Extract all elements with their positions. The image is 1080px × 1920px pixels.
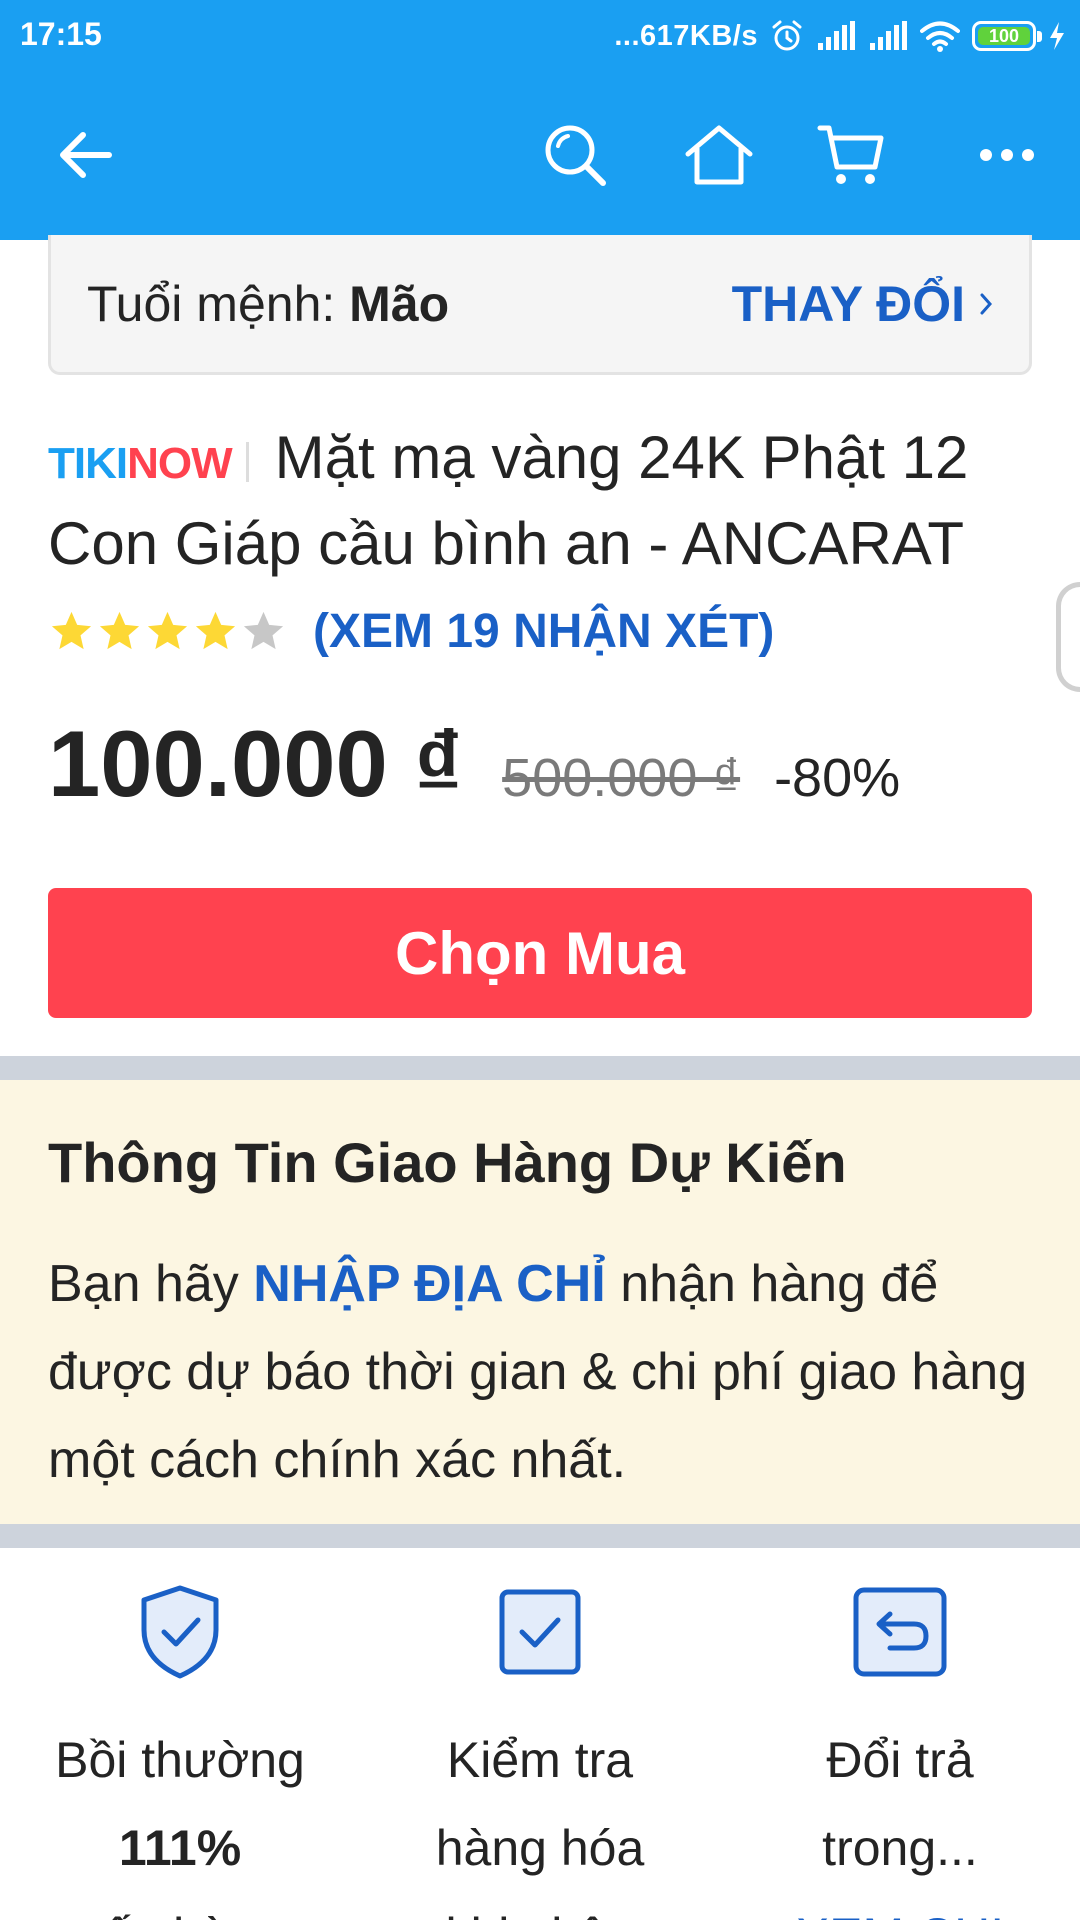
signal-icon [870,21,907,50]
more-icon [980,149,1034,161]
home-button[interactable] [674,110,764,200]
status-icons: ...617KB/s 100 [614,14,1066,58]
discount-percent: -80% [774,748,901,808]
delivery-text-before: Bạn hãy [48,1255,254,1313]
benefit-line: Bồi thường [55,1732,305,1788]
star-filled-icon [147,611,188,649]
back-button[interactable] [40,110,130,200]
benefit-text: Kiểm tra hàng hóa khi nhận [360,1716,720,1920]
tikinow-logo: TIKINOW [48,424,233,504]
search-button[interactable] [530,110,620,200]
benefit-return[interactable]: Đổi trả trong... XEM CHI [720,1582,1080,1920]
delivery-info-section: Thông Tin Giao Hàng Dự Kiến Bạn hãy NHẬP… [0,1080,1080,1524]
benefit-line: hàng hóa [435,1820,645,1876]
delivery-title: Thông Tin Giao Hàng Dự Kiến [48,1131,847,1194]
star-filled-icon [51,611,92,649]
star-rating [48,608,287,655]
benefits-section: Bồi thường 111% nếu hàng Kiểm tra hàng h… [0,1548,1080,1920]
side-scroll-handle[interactable] [1056,582,1080,692]
benefit-line: 111% [0,1804,360,1892]
return-icon [853,1587,947,1677]
benefit-line: nếu hàng [0,1892,360,1920]
status-time: 17:15 [20,16,102,52]
signal-icon [818,21,855,50]
current-price: 100.000 ₫ [48,711,463,816]
benefit-line: khi nhận [360,1892,720,1920]
charging-icon [1050,22,1064,50]
section-divider [0,1524,1080,1548]
rating-row: (XEM 19 NHẬN XÉT) [48,598,774,664]
change-zodiac-label: THAY ĐỔI [731,276,965,332]
zodiac-card: Tuổi mệnh: Mão THAY ĐỔI [48,235,1032,375]
view-reviews-link[interactable]: (XEM 19 NHẬN XÉT) [313,604,774,659]
search-icon [545,125,606,186]
star-filled-icon [99,611,140,649]
benefit-text: Bồi thường 111% nếu hàng [0,1716,360,1920]
battery-level: 100 [978,27,1030,45]
delivery-text: Bạn hãy NHẬP ĐỊA CHỈ nhận hàng để được d… [48,1240,1038,1504]
star-filled-icon [195,611,236,649]
battery-icon: 100 [972,21,1042,51]
change-zodiac-button[interactable]: THAY ĐỔI [732,275,993,333]
benefit-line: Kiểm tra [446,1732,634,1788]
cart-icon [817,125,884,184]
shield-check-icon [141,1585,219,1679]
checkbox-icon [499,1589,581,1675]
benefit-text: Đổi trả trong... XEM CHI [720,1716,1080,1920]
tikinow-logo-tiki: TIKI [48,439,128,488]
home-icon [685,125,753,185]
benefit-highlight: 111% [118,1820,242,1876]
more-button[interactable] [962,110,1052,200]
benefit-compensation[interactable]: Bồi thường 111% nếu hàng [0,1582,360,1920]
buy-button[interactable]: Chọn Mua [48,888,1032,1018]
app-header: 17:15 ...617KB/s 100 [0,0,1080,240]
network-speed: ...617KB/s [614,19,758,52]
alarm-icon [772,20,802,51]
cart-button[interactable] [806,110,896,200]
section-divider [0,1056,1080,1080]
back-arrow-icon [60,132,112,178]
price-row: 100.000 ₫ 500.000 ₫ -80% [48,710,900,820]
tikinow-logo-now: NOW [127,439,233,488]
benefit-line: Đổi trả [826,1732,974,1788]
status-bar: 17:15 ...617KB/s 100 [0,0,1080,72]
chevron-right-icon [980,293,993,315]
original-price: 500.000 ₫ [502,748,741,808]
wifi-icon [920,21,960,52]
view-details-link[interactable]: XEM CHI [720,1892,1080,1920]
enter-address-link[interactable]: NHẬP ĐỊA CHỈ [253,1255,605,1313]
benefit-line: trong... [822,1820,978,1876]
star-empty-icon [243,611,284,649]
zodiac-value: Mão [349,276,450,332]
zodiac-label-text: Tuổi mệnh: [87,276,350,332]
benefit-inspection[interactable]: Kiểm tra hàng hóa khi nhận [360,1582,720,1920]
product-title-block: TIKINOW Mặt mạ vàng 24K Phật 12 Con Giáp … [48,418,1038,584]
logo-divider [245,442,249,482]
zodiac-label: Tuổi mệnh: Mão [87,275,449,333]
